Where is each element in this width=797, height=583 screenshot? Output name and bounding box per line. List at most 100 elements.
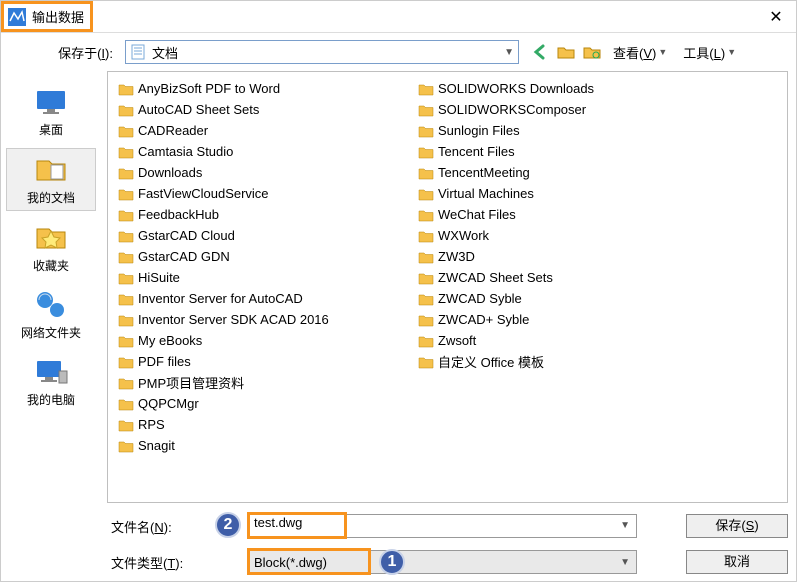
folder-open-icon[interactable] <box>557 43 575 61</box>
sidebar-item-favorites[interactable]: 收藏夹 <box>6 217 96 278</box>
list-item[interactable]: SOLIDWORKS Downloads <box>418 78 718 99</box>
folder-icon <box>118 81 134 97</box>
folder-icon <box>418 186 434 202</box>
folder-icon <box>118 249 134 265</box>
filetype-label: 文件类型(T): <box>107 553 207 572</box>
sidebar-item-desktop[interactable]: 桌面 <box>6 81 96 142</box>
folder-icon <box>118 207 134 223</box>
folder-icon <box>118 333 134 349</box>
folder-icon <box>118 354 134 370</box>
folder-icon <box>418 312 434 328</box>
documents-icon <box>33 153 69 185</box>
folder-icon <box>418 270 434 286</box>
folder-icon <box>118 165 134 181</box>
list-item[interactable]: AnyBizSoft PDF to Word <box>118 78 418 99</box>
filename-label: 文件名(N): <box>107 517 207 536</box>
folder-icon <box>118 375 134 391</box>
list-item[interactable]: Virtual Machines <box>418 183 718 204</box>
places-sidebar: 桌面 我的文档 收藏夹 网络文件夹 我的电脑 <box>1 71 101 583</box>
filetype-select[interactable]: Block(*.dwg) ▼ <box>249 550 637 574</box>
folder-icon <box>118 438 134 454</box>
list-item[interactable]: Zwsoft <box>418 330 718 351</box>
file-list[interactable]: AnyBizSoft PDF to WordAutoCAD Sheet Sets… <box>107 71 788 503</box>
folder-icon <box>418 81 434 97</box>
filename-input[interactable]: test.dwg ▼ <box>249 514 637 538</box>
folder-icon <box>118 228 134 244</box>
computer-icon <box>33 355 69 387</box>
desktop-icon <box>33 85 69 117</box>
titlebar: 输出数据 ✕ <box>1 1 796 33</box>
folder-icon <box>418 123 434 139</box>
list-item[interactable]: RPS <box>118 414 418 435</box>
list-item[interactable]: ZW3D <box>418 246 718 267</box>
folder-icon <box>118 102 134 118</box>
list-item[interactable]: HiSuite <box>118 267 418 288</box>
list-item[interactable]: GstarCAD GDN <box>118 246 418 267</box>
window-title: 输出数据 <box>32 7 84 26</box>
list-item[interactable]: Camtasia Studio <box>118 141 418 162</box>
list-item[interactable]: PDF files <box>118 351 418 372</box>
folder-icon <box>118 270 134 286</box>
list-item[interactable]: ZWCAD+ Syble <box>418 309 718 330</box>
list-item[interactable]: My eBooks <box>118 330 418 351</box>
folder-icon <box>418 207 434 223</box>
list-item[interactable]: Sunlogin Files <box>418 120 718 141</box>
list-item[interactable]: WXWork <box>418 225 718 246</box>
list-item[interactable]: ZWCAD Syble <box>418 288 718 309</box>
list-item[interactable]: Inventor Server for AutoCAD <box>118 288 418 309</box>
list-item[interactable]: TencentMeeting <box>418 162 718 183</box>
folder-icon <box>118 312 134 328</box>
annotation-badge-1: 1 <box>379 549 405 575</box>
chevron-down-icon: ▼ <box>620 520 630 531</box>
folder-icon <box>418 249 434 265</box>
savein-label: 保存于(I): <box>11 43 119 62</box>
close-button[interactable]: ✕ <box>756 7 796 27</box>
list-item[interactable]: Downloads <box>118 162 418 183</box>
sidebar-item-documents[interactable]: 我的文档 <box>6 148 96 211</box>
list-item[interactable]: 自定义 Office 模板 <box>418 351 718 372</box>
folder-search-icon[interactable] <box>583 43 601 61</box>
list-item[interactable]: WeChat Files <box>418 204 718 225</box>
folder-icon <box>418 333 434 349</box>
back-icon[interactable] <box>531 43 549 61</box>
cancel-button[interactable]: 取消 <box>686 550 788 574</box>
folder-icon <box>418 354 434 370</box>
list-item[interactable]: FastViewCloudService <box>118 183 418 204</box>
folder-icon <box>418 144 434 160</box>
list-item[interactable]: GstarCAD Cloud <box>118 225 418 246</box>
folder-icon <box>118 396 134 412</box>
list-item[interactable]: Inventor Server SDK ACAD 2016 <box>118 309 418 330</box>
title-highlight: 输出数据 <box>1 1 93 32</box>
folder-icon <box>118 144 134 160</box>
save-button[interactable]: 保存(S) <box>686 514 788 538</box>
folder-icon <box>118 123 134 139</box>
list-item[interactable]: ZWCAD Sheet Sets <box>418 267 718 288</box>
list-item[interactable]: AutoCAD Sheet Sets <box>118 99 418 120</box>
view-menu[interactable]: 查看(V)▼ <box>609 43 671 62</box>
savein-value: 文档 <box>152 43 500 62</box>
list-item[interactable]: CADReader <box>118 120 418 141</box>
folder-icon <box>418 291 434 307</box>
chevron-down-icon: ▼ <box>504 47 514 58</box>
tools-menu[interactable]: 工具(L)▼ <box>679 43 740 62</box>
folder-icon <box>418 102 434 118</box>
folder-icon <box>118 417 134 433</box>
list-item[interactable]: Tencent Files <box>418 141 718 162</box>
savein-select[interactable]: 文档 ▼ <box>125 40 519 64</box>
toolbar: 保存于(I): 文档 ▼ 查看(V)▼ 工具(L)▼ <box>1 33 796 71</box>
folder-icon <box>418 165 434 181</box>
favorites-icon <box>33 221 69 253</box>
list-item[interactable]: Snagit <box>118 435 418 456</box>
list-item[interactable]: FeedbackHub <box>118 204 418 225</box>
folder-icon <box>118 186 134 202</box>
chevron-down-icon: ▼ <box>620 557 630 568</box>
folder-icon <box>118 291 134 307</box>
sidebar-item-network[interactable]: 网络文件夹 <box>6 284 96 345</box>
list-item[interactable]: SOLIDWORKSComposer <box>418 99 718 120</box>
list-item[interactable]: QQPCMgr <box>118 393 418 414</box>
folder-icon <box>418 228 434 244</box>
network-icon <box>33 288 69 320</box>
sidebar-item-computer[interactable]: 我的电脑 <box>6 351 96 412</box>
list-item[interactable]: PMP项目管理资料 <box>118 372 418 393</box>
document-icon <box>130 44 146 60</box>
